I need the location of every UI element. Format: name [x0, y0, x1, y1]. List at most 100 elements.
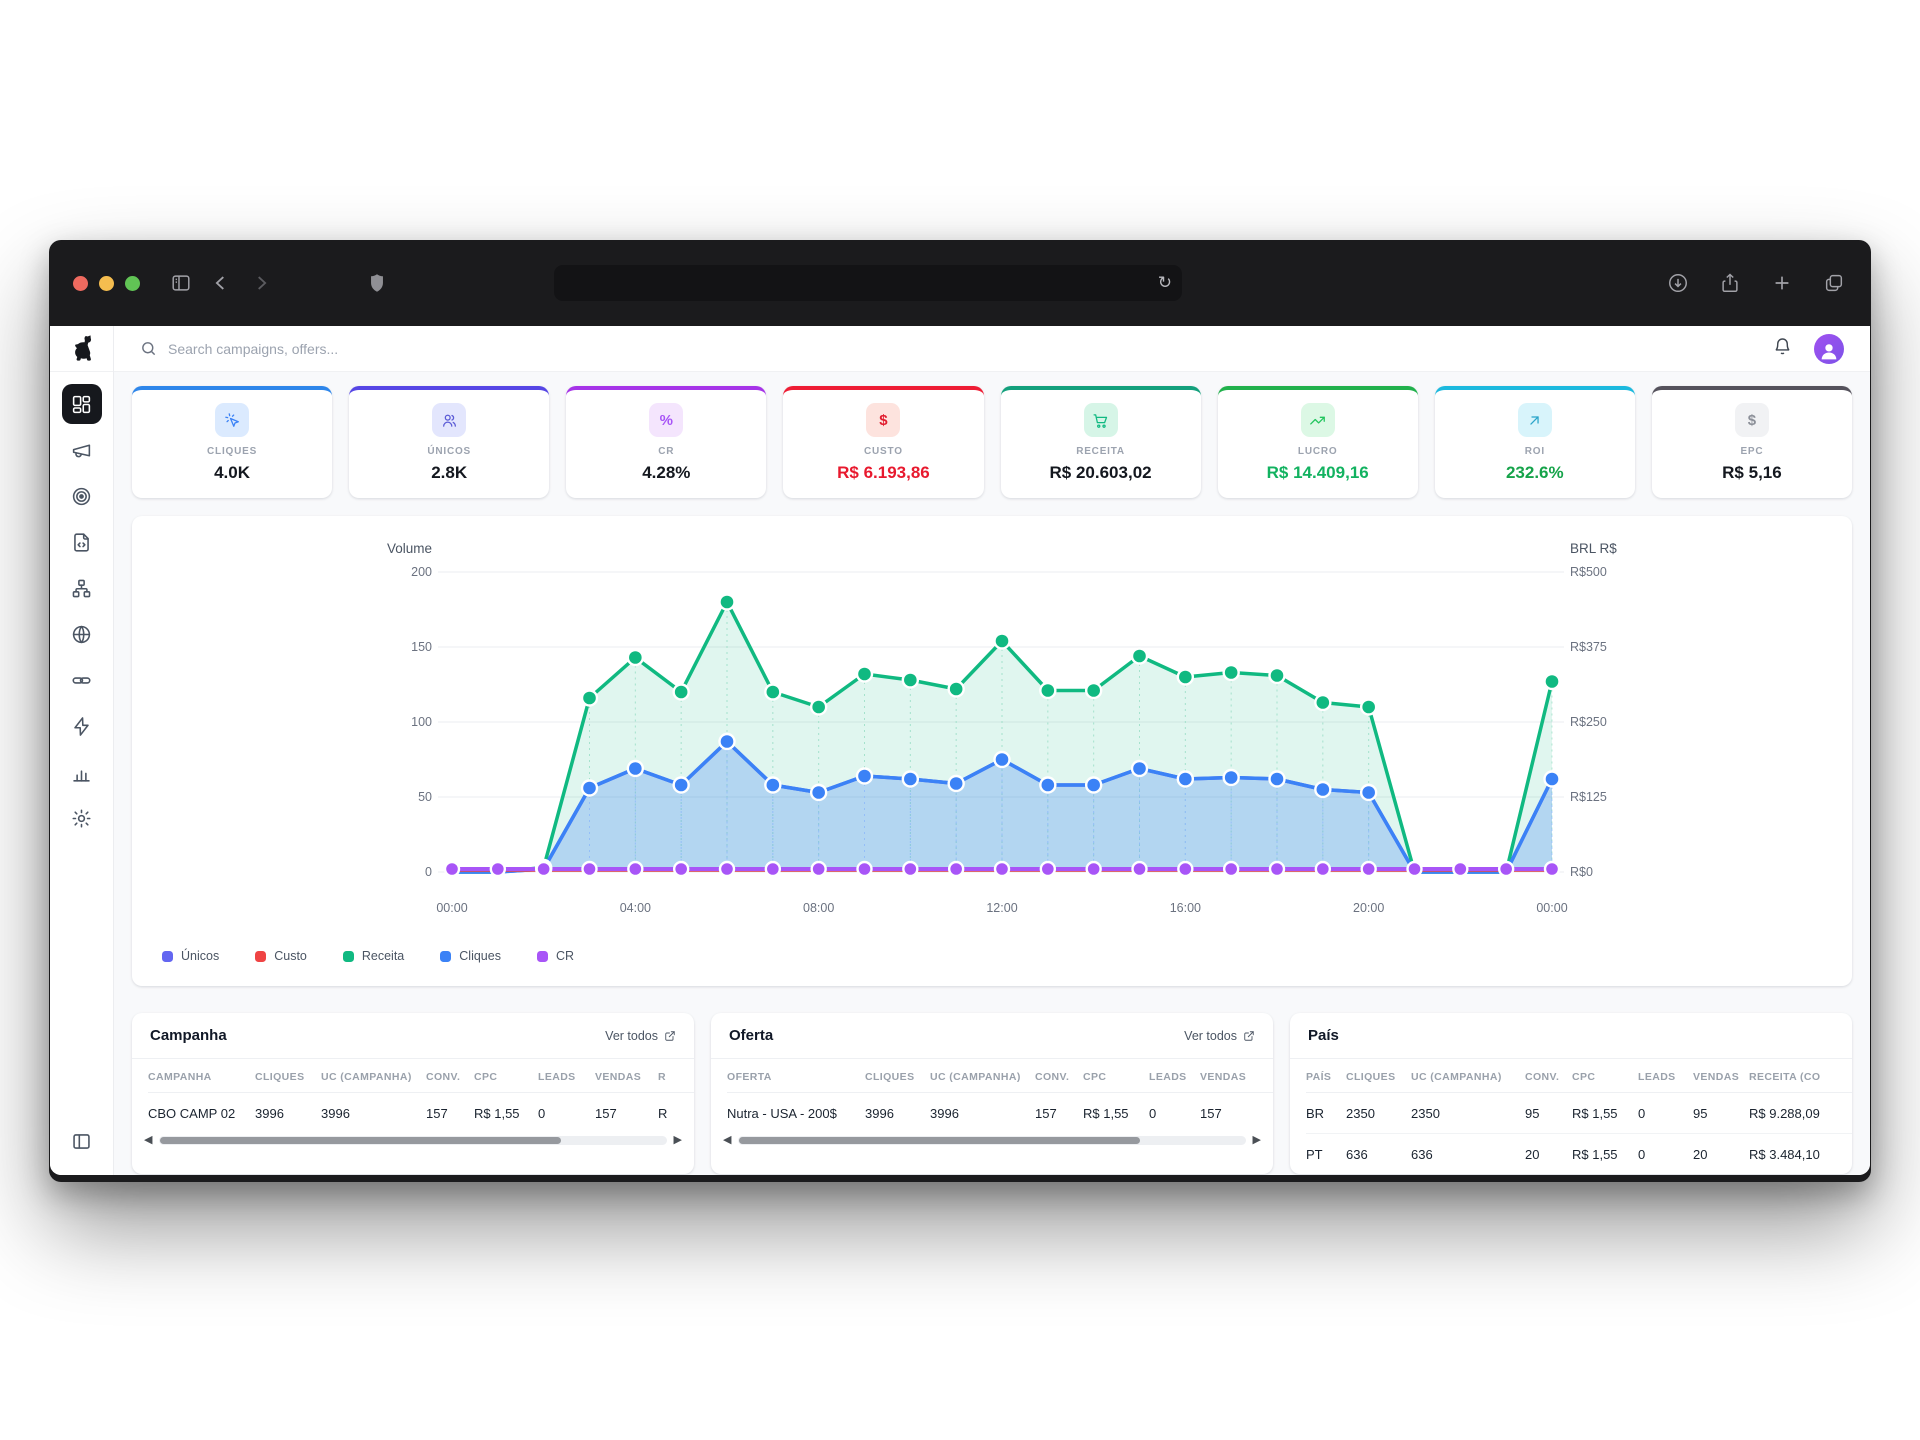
sidebar-item-dashboard[interactable] — [62, 384, 102, 424]
scrollbar-thumb[interactable] — [739, 1137, 1140, 1144]
ver-todos-link[interactable]: Ver todos — [1184, 1029, 1255, 1043]
sidebar-item-file-code[interactable] — [62, 522, 102, 562]
svg-text:R$0: R$0 — [1570, 865, 1593, 879]
page-content: CLIQUES4.0KÚNICOS2.8K%CR4.28%$CUSTOR$ 6.… — [50, 326, 1870, 1175]
scroll-right-arrow[interactable]: ▶ — [1253, 1135, 1261, 1146]
kpi-value: R$ 6.193,86 — [837, 463, 930, 483]
sidebar-item-globe[interactable] — [62, 614, 102, 654]
sidebar-item-sitemap[interactable] — [62, 568, 102, 608]
table-scroll-area: CAMPANHACLIQUESUC (CAMPANHA)CONV.CPCLEAD… — [132, 1059, 694, 1133]
zoom-window-button[interactable] — [125, 276, 140, 291]
legend-item-receita[interactable]: Receita — [343, 949, 404, 963]
user-icon — [1818, 340, 1840, 362]
scroll-right-arrow[interactable]: ▶ — [674, 1135, 682, 1146]
table-cell: 157 — [426, 1093, 474, 1134]
tab-overview-icon[interactable] — [1821, 270, 1847, 296]
legend-swatch — [343, 951, 354, 962]
app-main: CLIQUES4.0KÚNICOS2.8K%CR4.28%$CUSTOR$ 6.… — [114, 326, 1870, 1175]
share-icon[interactable] — [1717, 270, 1743, 296]
scroll-left-arrow[interactable]: ◀ — [144, 1135, 152, 1146]
table-cell: 3996 — [255, 1093, 321, 1134]
table-title: Oferta — [729, 1027, 773, 1044]
sidebar-item-link[interactable] — [62, 660, 102, 700]
svg-text:R$250: R$250 — [1570, 715, 1607, 729]
column-header: VENDAS — [1693, 1059, 1749, 1093]
kpi-value: R$ 14.409,16 — [1267, 463, 1369, 483]
column-header: PAÍS — [1306, 1059, 1346, 1093]
svg-text:Volume: Volume — [387, 541, 432, 556]
forward-button[interactable] — [248, 270, 274, 296]
sidebar-item-gear[interactable] — [62, 798, 102, 838]
table-cell: R$ 1,55 — [1083, 1093, 1149, 1134]
table-cell: 3996 — [865, 1093, 930, 1134]
notifications-bell-icon[interactable] — [1773, 337, 1792, 361]
new-tab-icon[interactable] — [1769, 270, 1795, 296]
legend-item-cliques[interactable]: Cliques — [440, 949, 501, 963]
table-cell: R$ 3.484,10 — [1749, 1134, 1852, 1175]
browser-sidebar-toggle-icon[interactable] — [168, 270, 194, 296]
scrollbar-track[interactable] — [159, 1136, 666, 1145]
zap-icon — [71, 716, 92, 737]
privacy-shield-icon — [364, 270, 390, 296]
table-cell: 636 — [1346, 1134, 1411, 1175]
table-cell: R$ 1,55 — [474, 1093, 538, 1134]
close-window-button[interactable] — [73, 276, 88, 291]
legend-label: Receita — [362, 949, 404, 963]
link-label: Ver todos — [1184, 1029, 1237, 1043]
column-header: CONV. — [426, 1059, 474, 1093]
kpi-value: 4.0K — [214, 463, 250, 483]
column-header: LEADS — [1149, 1059, 1200, 1093]
table-scroll-area: PAÍSCLIQUESUC (CAMPANHA)CONV.CPCLEADSVEN… — [1290, 1059, 1852, 1174]
collapse-sidebar-button[interactable] — [62, 1121, 102, 1161]
minimize-window-button[interactable] — [99, 276, 114, 291]
legend-item-cr[interactable]: CR — [537, 949, 574, 963]
table-row: BR2350235095R$ 1,55095R$ 9.288,09 — [1306, 1093, 1852, 1134]
downloads-icon[interactable] — [1665, 270, 1691, 296]
sidebar-item-target[interactable] — [62, 476, 102, 516]
horizontal-scrollbar: ◀▶ — [711, 1133, 1273, 1156]
scroll-left-arrow[interactable]: ◀ — [723, 1135, 731, 1146]
kpi-label: CUSTO — [864, 446, 903, 457]
column-header: LEADS — [1638, 1059, 1693, 1093]
dog-logo — [67, 334, 97, 364]
column-header: RECEITA (CO — [1749, 1059, 1852, 1093]
legend-item-custo[interactable]: Custo — [255, 949, 307, 963]
url-bar[interactable]: ↻ — [554, 265, 1182, 301]
kpi-value: 2.8K — [431, 463, 467, 483]
svg-text:00:00: 00:00 — [1536, 901, 1567, 915]
sidebar-item-megaphone[interactable] — [62, 430, 102, 470]
reload-icon[interactable]: ↻ — [1158, 273, 1172, 293]
user-avatar[interactable] — [1814, 334, 1844, 364]
svg-text:R$500: R$500 — [1570, 565, 1607, 579]
table-title: País — [1308, 1027, 1339, 1044]
table-card-pais: País PAÍSCLIQUESUC (CAMPANHA)CONV.CPCLEAD… — [1290, 1013, 1852, 1174]
sidebar-item-bar-chart[interactable] — [62, 752, 102, 792]
search-input[interactable] — [168, 341, 588, 357]
column-header: LEADS — [538, 1059, 595, 1093]
table-cell: 3996 — [321, 1093, 426, 1134]
table-cell: 2350 — [1411, 1093, 1525, 1134]
table-cell: R — [658, 1093, 694, 1134]
scrollbar-track[interactable] — [738, 1136, 1245, 1145]
sidebar-item-zap[interactable] — [62, 706, 102, 746]
svg-text:150: 150 — [411, 640, 432, 654]
table-cell: 0 — [538, 1093, 595, 1134]
ver-todos-link[interactable]: Ver todos — [605, 1029, 676, 1043]
target-icon — [71, 486, 92, 507]
svg-text:20:00: 20:00 — [1353, 901, 1384, 915]
scrollbar-thumb[interactable] — [160, 1137, 561, 1144]
kpi-value: 232.6% — [1506, 463, 1564, 483]
dashboard-icon — [71, 394, 92, 415]
legend-item-únicos[interactable]: Únicos — [162, 949, 219, 963]
link-icon — [71, 670, 92, 691]
summary-tables-row: CampanhaVer todosCAMPANHACLIQUESUC (CAMP… — [132, 1013, 1852, 1174]
kpi-label: LUCRO — [1298, 446, 1338, 457]
app-logo[interactable] — [50, 326, 113, 372]
svg-text:04:00: 04:00 — [620, 901, 651, 915]
legend-swatch — [162, 951, 173, 962]
svg-text:16:00: 16:00 — [1170, 901, 1201, 915]
back-button[interactable] — [208, 270, 234, 296]
column-header: R — [658, 1059, 694, 1093]
desktop-background: ↻ — [0, 0, 1920, 1440]
kpi-value: R$ 5,16 — [1722, 463, 1782, 483]
